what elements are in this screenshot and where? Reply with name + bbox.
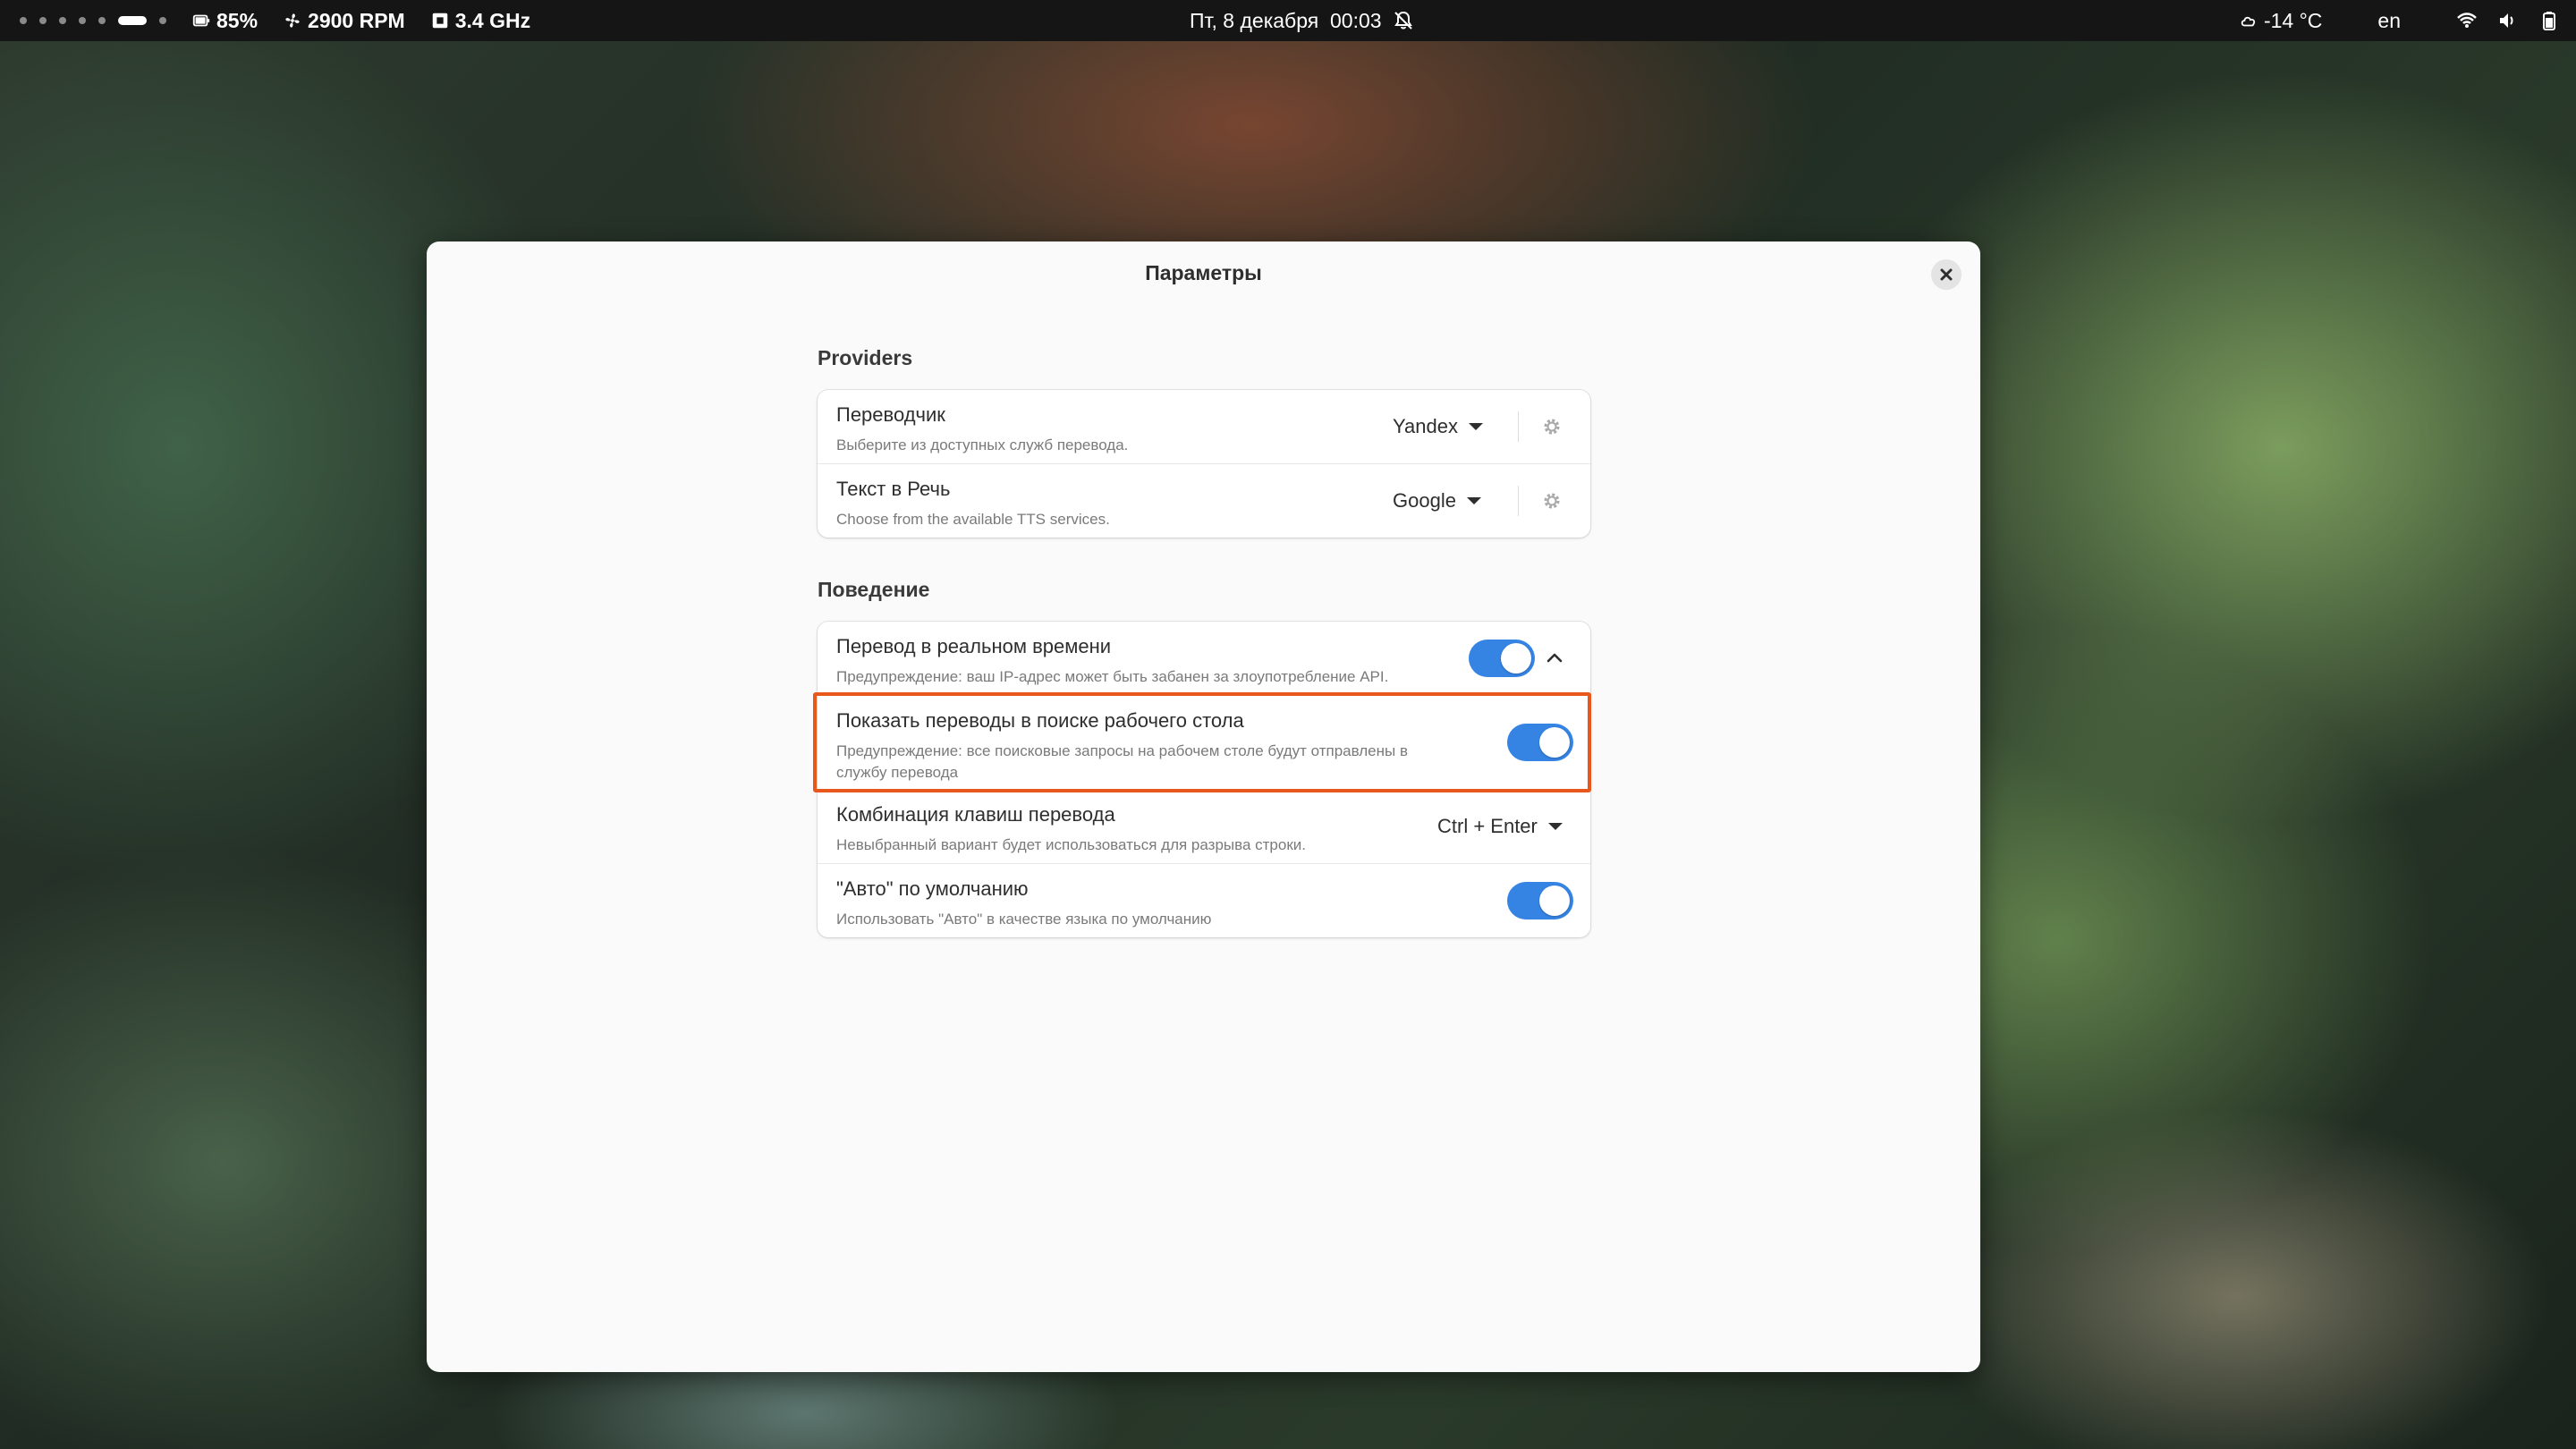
fan-monitor[interactable]: 2900 RPM [283,9,405,33]
desktop-search-subtitle: Предупреждение: все поисковые запросы на… [836,742,1408,781]
cpu-frequency: 3.4 GHz [454,8,531,32]
weather-indicator[interactable]: -14 °C [2239,9,2322,33]
realtime-title: Перевод в реальном времени [836,635,1112,657]
battery-percent: 85% [216,8,258,32]
temperature: -14 °C [2263,8,2323,32]
desktop-search-title: Показать переводы в поиске рабочего стол… [836,709,1244,732]
shortcut-dropdown-value: Ctrl + Enter [1437,815,1538,837]
dialog-title: Параметры [1145,261,1262,284]
close-icon [1940,268,1953,281]
toggle-knob [1539,727,1570,758]
realtime-row: Перевод в реальном времени Предупреждени… [818,622,1590,696]
cpu-icon [432,13,447,29]
fan-speed: 2900 RPM [308,8,405,32]
top-bar-left: 85% 2900 RPM 3.4 GHz [20,0,530,41]
chevron-up-icon[interactable] [1544,647,1565,668]
shortcut-subtitle: Невыбранный вариант будет использоваться… [836,836,1306,853]
separator [1518,411,1519,442]
battery-monitor[interactable]: 85% [191,9,258,33]
workspace-indicator[interactable] [159,17,166,24]
tts-settings-gear-icon[interactable] [1541,490,1563,512]
tts-title: Текст в Речь [836,478,951,500]
workspace-indicator[interactable] [79,17,86,24]
translator-dropdown-value: Yandex [1393,415,1458,437]
weather-cloud-icon [2241,16,2256,27]
auto-default-row: "Авто" по умолчанию Использовать "Авто" … [818,864,1590,937]
providers-card: Переводчик Выберите из доступных служб п… [818,390,1590,538]
volume-icon[interactable] [2497,10,2519,31]
behavior-section-title: Поведение [818,578,930,601]
shortcut-row: Комбинация клавиш перевода Невыбранный в… [818,790,1590,864]
dropdown-arrow-icon [1547,823,1563,830]
workspace-indicator[interactable] [59,17,66,24]
desktop-search-toggle[interactable] [1507,724,1573,761]
preferences-dialog: Параметры Providers Переводчик Выберите … [427,242,1980,1372]
cpu-monitor[interactable]: 3.4 GHz [430,9,530,33]
workspace-indicator[interactable] [39,17,47,24]
tts-dropdown[interactable]: Google [1393,464,1481,538]
dropdown-arrow-icon [1468,423,1483,430]
top-bar-right: -14 °C en [2226,0,2560,41]
workspace-indicator[interactable] [20,17,27,24]
shortcut-dropdown[interactable]: Ctrl + Enter [1437,790,1563,863]
desktop-search-row: Показать переводы в поиске рабочего стол… [818,696,1590,790]
tts-row: Текст в Речь Choose from the available T… [818,464,1590,538]
shortcut-title: Комбинация клавиш перевода [836,803,1115,826]
battery-icon [192,14,210,27]
auto-default-title: "Авто" по умолчанию [836,877,1029,900]
translator-settings-gear-icon[interactable] [1541,416,1563,437]
toggle-knob [1501,643,1531,674]
power-battery-icon[interactable] [2538,10,2560,31]
translator-row: Переводчик Выберите из доступных служб п… [818,390,1590,464]
separator [1518,486,1519,516]
keyboard-language[interactable]: en [2377,9,2401,33]
translator-dropdown[interactable]: Yandex [1393,390,1483,463]
realtime-toggle[interactable] [1469,640,1535,677]
clock[interactable]: Пт, 8 декабря 00:03 [1190,0,1414,41]
close-button[interactable] [1931,259,1962,290]
tts-subtitle: Choose from the available TTS services. [836,511,1110,528]
fan-icon [285,13,300,28]
translator-subtitle: Выберите из доступных служб перевода. [836,436,1129,453]
tts-dropdown-value: Google [1393,489,1456,512]
notifications-off-icon [1394,11,1412,30]
toggle-knob [1539,886,1570,916]
providers-section-title: Providers [818,346,913,369]
workspace-indicator[interactable] [98,17,106,24]
dropdown-arrow-icon [1466,497,1481,504]
realtime-subtitle: Предупреждение: ваш IP-адрес может быть … [836,668,1389,685]
auto-default-subtitle: Использовать "Авто" в качестве языка по … [836,911,1212,928]
date-time: Пт, 8 декабря 00:03 [1190,8,1382,32]
top-bar: 85% 2900 RPM 3.4 GHz Пт, 8 декабря 00:03… [0,0,2576,41]
translator-title: Переводчик [836,403,945,426]
behavior-card: Перевод в реальном времени Предупреждени… [818,622,1590,937]
wifi-icon[interactable] [2456,10,2478,31]
workspace-indicator-active[interactable] [118,16,147,25]
auto-default-toggle[interactable] [1507,882,1573,919]
